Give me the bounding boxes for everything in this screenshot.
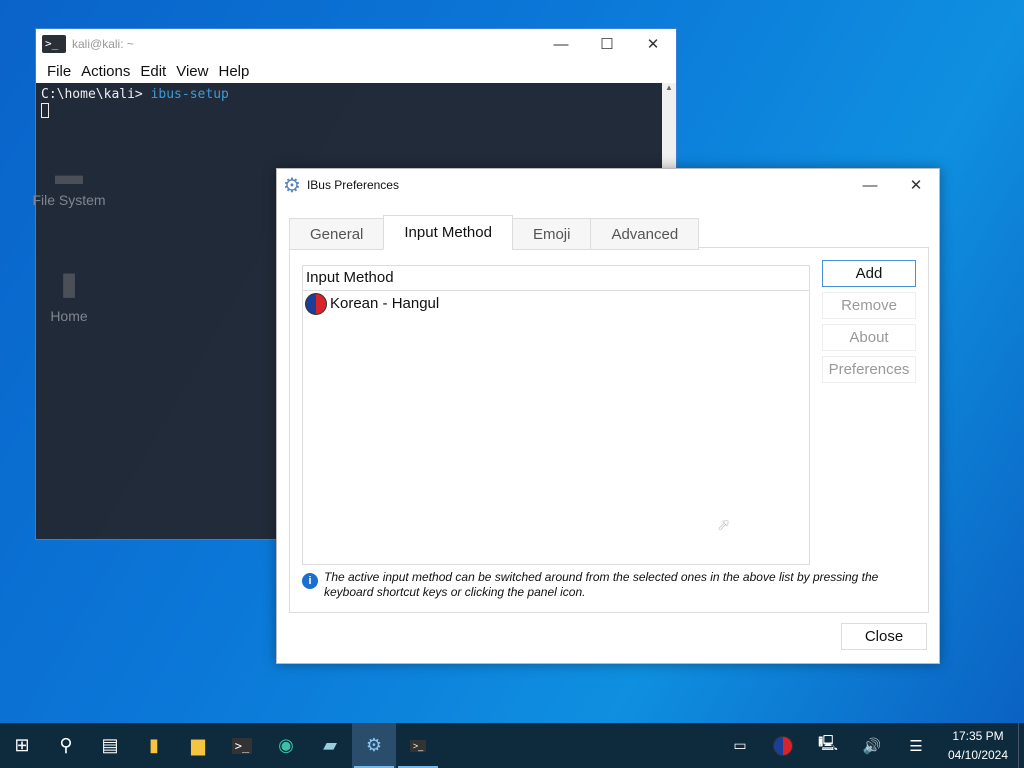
tray-power[interactable]: ▭ (718, 723, 762, 768)
tab-input-method[interactable]: Input Method (383, 215, 513, 250)
tray-network[interactable]: 🖳 (806, 723, 850, 768)
gear-icon: ⚙ (365, 735, 383, 755)
tray-ibus[interactable] (762, 723, 806, 768)
task-view-button[interactable]: ▤ (88, 723, 132, 768)
taskbar-terminal-running[interactable]: >_ (396, 723, 440, 768)
prompt: C:\home\kali> (41, 87, 143, 102)
terminal-icon: >_ (409, 739, 427, 752)
tab-bar: General Input Method Emoji Advanced (289, 215, 700, 250)
scroll-up-icon[interactable]: ▲ (662, 83, 676, 92)
notes-icon: ▰ (323, 735, 337, 755)
menu-actions[interactable]: Actions (81, 63, 130, 80)
list-item-label: Korean - Hangul (330, 295, 440, 312)
korean-flag-icon (772, 735, 793, 756)
edge-icon: ◉ (278, 735, 294, 755)
folder-icon: ▆ (191, 735, 205, 755)
input-method-list: Input Method Korean - Hangul (302, 265, 810, 565)
menu-help[interactable]: Help (218, 63, 249, 80)
desktop-icon-file-system[interactable]: ▬ File System (24, 158, 114, 208)
search-button[interactable]: ⚲ (44, 723, 88, 768)
taskbar-terminal[interactable]: >_ (220, 723, 264, 768)
desktop-icon-label: File System (32, 192, 106, 208)
windows-icon: ⊞ (14, 735, 30, 755)
info-note: i The active input method can be switche… (302, 570, 902, 600)
close-button[interactable]: Close (841, 623, 927, 650)
maximize-button[interactable]: ☐ (584, 29, 630, 59)
menu-view[interactable]: View (176, 63, 208, 80)
minimize-button[interactable]: — (538, 29, 584, 59)
drive-icon: ▬ (55, 159, 83, 190)
start-button[interactable]: ⊞ (0, 723, 44, 768)
terminal-icon: >_ (231, 737, 253, 754)
search-icon: ⚲ (59, 735, 73, 755)
terminal-icon: >_ (42, 35, 66, 53)
list-item[interactable]: Korean - Hangul (303, 291, 809, 316)
taskbar-files[interactable]: ▆ (176, 723, 220, 768)
info-text: The active input method can be switched … (324, 570, 879, 599)
network-icon: 🖳 (817, 735, 838, 752)
menu-edit[interactable]: Edit (140, 63, 166, 80)
clock-date: 04/10/2024 (947, 747, 1009, 762)
clock[interactable]: 17:35 PM 04/10/2024 (938, 727, 1018, 765)
taskbar-file-explorer[interactable]: ▮ (132, 723, 176, 768)
add-button[interactable]: Add (822, 260, 916, 287)
mouse-pointer-icon: ➚ (717, 517, 731, 534)
task-view-icon: ▤ (101, 735, 119, 755)
dialog-titlebar[interactable]: ⚙ IBus Preferences — ✕ (277, 169, 939, 201)
taskbar-edge[interactable]: ◉ (264, 723, 308, 768)
terminal-title: kali@kali: ~ (72, 37, 134, 51)
close-window-button[interactable]: ✕ (893, 169, 939, 201)
clock-time: 17:35 PM (952, 728, 1004, 743)
command: ibus-setup (150, 87, 229, 102)
show-desktop-button[interactable] (1018, 723, 1024, 768)
tab-emoji[interactable]: Emoji (511, 218, 592, 250)
taskbar-ibus-preferences[interactable]: ⚙ (352, 723, 396, 768)
tab-advanced[interactable]: Advanced (590, 218, 700, 250)
volume-icon: 🔊 (862, 737, 882, 755)
tab-general[interactable]: General (289, 218, 385, 250)
minimize-button[interactable]: — (847, 169, 893, 201)
system-tray: ▭ 🖳 🔊 ☰ 17:35 PM 04/10/2024 (718, 723, 1024, 768)
tray-notifications[interactable]: ☰ (894, 723, 938, 768)
korean-flag-icon (305, 292, 327, 315)
notification-icon: ☰ (909, 737, 923, 755)
taskbar-notes[interactable]: ▰ (308, 723, 352, 768)
desktop-icon-home[interactable]: ▮ Home (24, 258, 114, 324)
close-button[interactable]: ✕ (630, 29, 676, 59)
ibus-preferences-dialog: ⚙ IBus Preferences — ✕ General Input Met… (276, 168, 940, 664)
menu-file[interactable]: File (47, 63, 71, 80)
text-cursor (41, 103, 49, 118)
about-button[interactable]: About (822, 324, 916, 351)
terminal-titlebar[interactable]: >_ kali@kali: ~ — ☐ ✕ (36, 29, 676, 59)
gear-icon: ⚙ (283, 174, 301, 197)
list-header: Input Method (303, 266, 809, 291)
info-icon: i (302, 573, 318, 589)
desktop-icon-label: Home (50, 308, 88, 324)
folder-icon: ▮ (60, 265, 78, 301)
dialog-title: IBus Preferences (306, 178, 399, 192)
taskbar: ⊞ ⚲ ▤ ▮ ▆ >_ ◉ ▰ ⚙ >_ ▭ 🖳 🔊 ☰ 17:35 PM 0… (0, 723, 1024, 768)
tray-volume[interactable]: 🔊 (850, 723, 894, 768)
preferences-button[interactable]: Preferences (822, 356, 916, 383)
terminal-menubar: File Actions Edit View Help (36, 59, 676, 83)
file-explorer-icon: ▮ (149, 735, 159, 755)
power-plug-icon: ▭ (733, 737, 747, 753)
remove-button[interactable]: Remove (822, 292, 916, 319)
input-method-panel: Input Method Korean - Hangul Add Remove … (289, 247, 929, 613)
